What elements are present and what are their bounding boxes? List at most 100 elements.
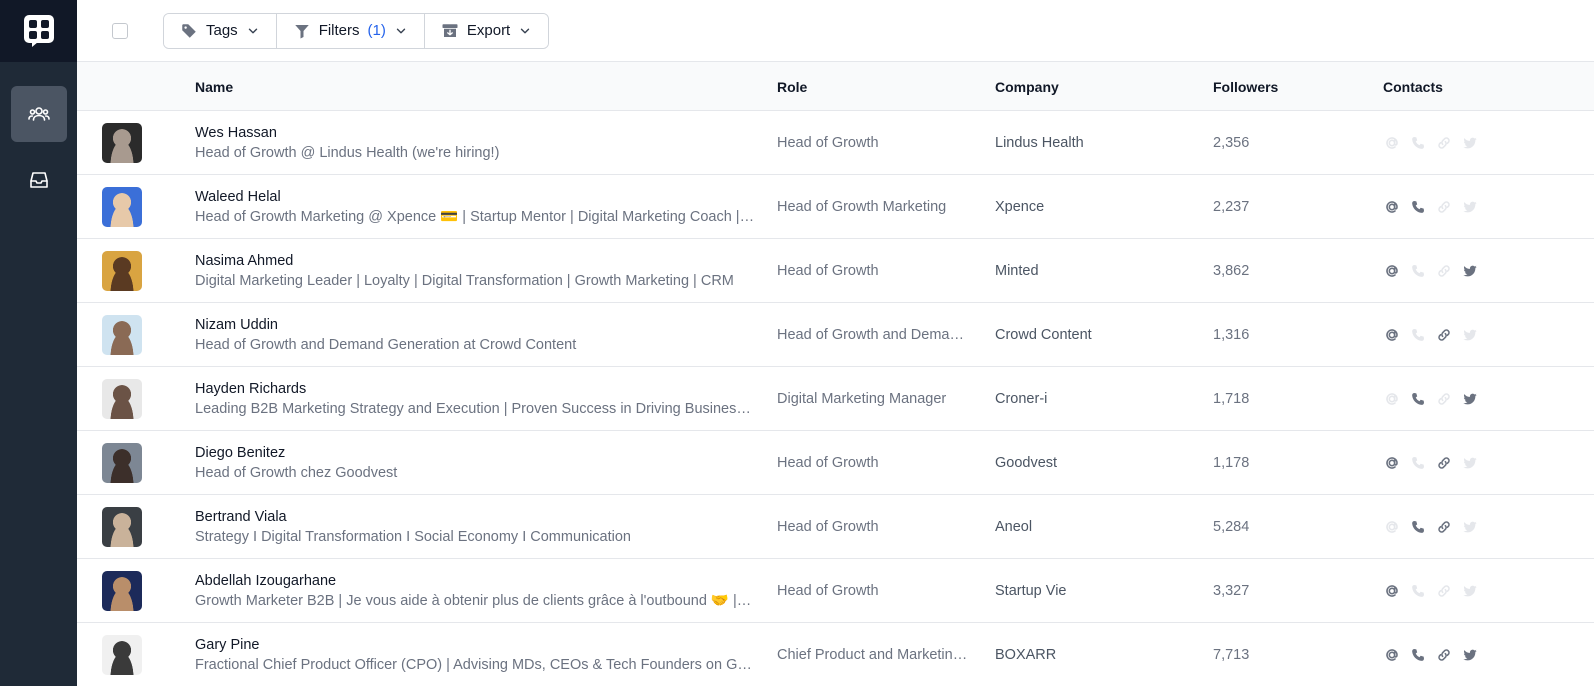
at-sign-icon[interactable]: [1383, 646, 1401, 664]
link-icon: [1435, 134, 1453, 152]
at-sign-icon[interactable]: [1383, 262, 1401, 280]
role-cell: Chief Product and Marketing Officer: [777, 623, 972, 686]
filter-icon: [294, 24, 309, 38]
avatar[interactable]: [102, 635, 142, 675]
contacts-cell: [1383, 111, 1493, 175]
link-icon[interactable]: [1435, 518, 1453, 536]
person-name[interactable]: Wes Hassan: [195, 124, 277, 143]
person-name[interactable]: Hayden Richards: [195, 380, 306, 399]
twitter-icon[interactable]: [1461, 262, 1479, 280]
toolbar-button-group: Tags Filters (1) Export: [163, 12, 550, 49]
name-cell: Bertrand Viala Strategy I Digital Transf…: [195, 495, 755, 559]
avatar[interactable]: [102, 507, 142, 547]
person-name[interactable]: Bertrand Viala: [195, 508, 287, 527]
avatar-cell: [102, 367, 142, 431]
person-headline: Digital Marketing Leader | Loyalty | Dig…: [195, 272, 734, 289]
avatar[interactable]: [102, 379, 142, 419]
role-cell: Head of Growth and Demand Generation: [777, 303, 972, 367]
role-cell: Head of Growth Marketing: [777, 175, 972, 239]
person-followers: 1,316: [1213, 327, 1250, 343]
person-role: Head of Growth: [777, 135, 879, 151]
role-cell: Head of Growth: [777, 111, 972, 175]
table-row[interactable]: Abdellah Izougarhane Growth Marketer B2B…: [77, 559, 1594, 623]
person-name[interactable]: Waleed Helal: [195, 188, 281, 207]
table-row[interactable]: Diego Benitez Head of Growth chez Goodve…: [77, 431, 1594, 495]
table-body: Wes Hassan Head of Growth @ Lindus Healt…: [77, 111, 1594, 686]
person-company: Aneol: [995, 519, 1033, 535]
link-icon[interactable]: [1435, 454, 1453, 472]
name-cell: Waleed Helal Head of Growth Marketing @ …: [195, 175, 755, 239]
at-sign-icon[interactable]: [1383, 198, 1401, 216]
table-row[interactable]: Nasima Ahmed Digital Marketing Leader | …: [77, 239, 1594, 303]
phone-icon[interactable]: [1409, 390, 1427, 408]
table-row[interactable]: Bertrand Viala Strategy I Digital Transf…: [77, 495, 1594, 559]
phone-icon: [1409, 326, 1427, 344]
avatar[interactable]: [102, 443, 142, 483]
main-content: Tags Filters (1) Export Name Role Compan…: [77, 0, 1594, 686]
export-button[interactable]: Export: [424, 13, 549, 48]
person-role: Head of Growth Marketing: [777, 199, 947, 215]
table-row[interactable]: Hayden Richards Leading B2B Marketing St…: [77, 367, 1594, 431]
person-name[interactable]: Gary Pine: [195, 636, 259, 655]
avatar[interactable]: [102, 251, 142, 291]
tag-icon: [182, 23, 196, 38]
select-all-checkbox[interactable]: [112, 22, 128, 39]
person-company: Crowd Content: [995, 327, 1092, 343]
avatar[interactable]: [102, 571, 142, 611]
person-headline: Head of Growth chez Goodvest: [195, 464, 398, 481]
column-header-name[interactable]: Name: [195, 62, 233, 111]
person-followers: 7,713: [1213, 647, 1250, 663]
contacts-cell: [1383, 559, 1493, 623]
twitter-icon[interactable]: [1461, 390, 1479, 408]
person-name[interactable]: Abdellah Izougarhane: [195, 572, 336, 591]
nav-inbox-button[interactable]: [11, 152, 67, 208]
person-name[interactable]: Diego Benitez: [195, 444, 285, 463]
column-header-company[interactable]: Company: [995, 62, 1059, 111]
users-icon: [27, 107, 50, 121]
at-sign-icon[interactable]: [1383, 582, 1401, 600]
app-logo-icon: [23, 15, 54, 47]
contacts-cell: [1383, 495, 1493, 559]
person-headline: Head of Growth @ Lindus Health (we're hi…: [195, 144, 500, 161]
contacts-cell: [1383, 175, 1493, 239]
avatar[interactable]: [102, 123, 142, 163]
chevron-down-icon: [248, 28, 257, 33]
role-cell: Head of Growth: [777, 239, 972, 303]
twitter-icon: [1461, 198, 1479, 216]
phone-icon[interactable]: [1409, 198, 1427, 216]
avatar[interactable]: [102, 187, 142, 227]
avatar[interactable]: [102, 315, 142, 355]
link-icon[interactable]: [1435, 646, 1453, 664]
column-header-role[interactable]: Role: [777, 62, 807, 111]
filters-button[interactable]: Filters (1): [276, 13, 425, 48]
column-header-followers[interactable]: Followers: [1213, 62, 1278, 111]
name-cell: Nizam Uddin Head of Growth and Demand Ge…: [195, 303, 755, 367]
phone-icon[interactable]: [1409, 646, 1427, 664]
tags-button[interactable]: Tags: [164, 13, 277, 48]
nav-people-button[interactable]: [10, 86, 67, 142]
twitter-icon[interactable]: [1461, 646, 1479, 664]
archive-icon: [442, 23, 458, 37]
table-row[interactable]: Waleed Helal Head of Growth Marketing @ …: [77, 175, 1594, 239]
filters-count-badge: (1): [367, 22, 386, 39]
avatar-cell: [102, 623, 142, 686]
person-name[interactable]: Nasima Ahmed: [195, 252, 293, 271]
column-header-contacts[interactable]: Contacts: [1383, 62, 1443, 111]
table-row[interactable]: Gary Pine Fractional Chief Product Offic…: [77, 623, 1594, 686]
table-row[interactable]: Nizam Uddin Head of Growth and Demand Ge…: [77, 303, 1594, 367]
link-icon[interactable]: [1435, 326, 1453, 344]
company-cell: Minted: [995, 239, 1195, 303]
phone-icon[interactable]: [1409, 518, 1427, 536]
avatar-cell: [102, 495, 142, 559]
phone-icon: [1409, 262, 1427, 280]
followers-cell: 3,327: [1213, 559, 1333, 623]
app-logo[interactable]: [0, 0, 77, 62]
at-sign-icon: [1383, 518, 1401, 536]
at-sign-icon[interactable]: [1383, 326, 1401, 344]
at-sign-icon[interactable]: [1383, 454, 1401, 472]
person-followers: 3,862: [1213, 263, 1250, 279]
person-name[interactable]: Nizam Uddin: [195, 316, 278, 335]
followers-cell: 7,713: [1213, 623, 1333, 686]
table-row[interactable]: Wes Hassan Head of Growth @ Lindus Healt…: [77, 111, 1594, 175]
phone-icon: [1409, 582, 1427, 600]
